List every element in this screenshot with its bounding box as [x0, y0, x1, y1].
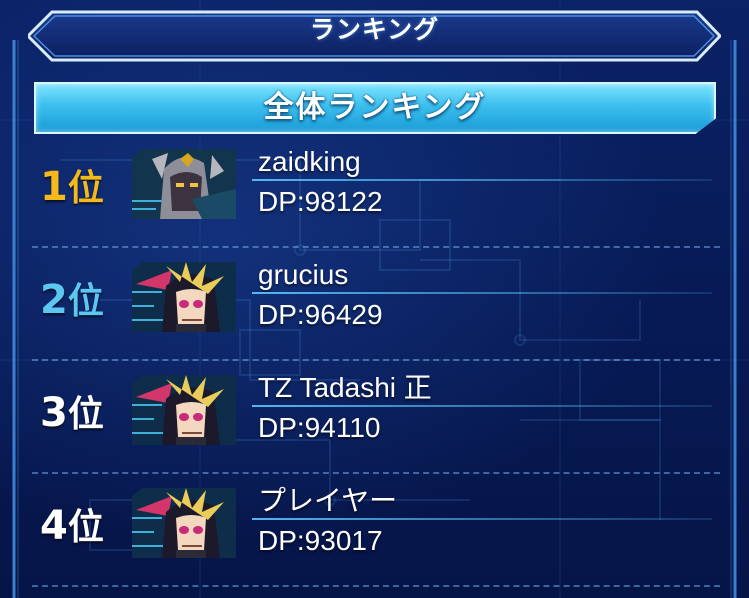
dark-character-portrait-icon	[132, 149, 236, 219]
player-dp: DP:96429	[258, 299, 383, 330]
ranking-row[interactable]: 4位 プレイヤー DP:93017	[32, 474, 720, 587]
ranking-category-title: 全体ランキング	[263, 90, 487, 125]
player-name: TZ Tadashi 正	[258, 372, 432, 403]
rank-suffix: 位	[67, 507, 104, 548]
name-underline	[252, 179, 712, 181]
rank-label: 2位	[40, 270, 130, 330]
ranking-row[interactable]: 2位 grucius DP:96429	[32, 248, 720, 361]
player-name: zaidking	[258, 146, 361, 177]
name-underline	[252, 518, 712, 520]
player-avatar	[132, 262, 236, 332]
player-avatar	[132, 375, 236, 445]
name-underline	[252, 292, 712, 294]
rank-label: 3位	[40, 383, 130, 443]
rank-suffix: 位	[67, 168, 104, 209]
ranking-row[interactable]: 1位 zaidking DP:98122	[32, 135, 720, 248]
player-dp: DP:94110	[258, 412, 381, 443]
player-dp: DP:93017	[258, 525, 383, 556]
rank-suffix: 位	[67, 394, 104, 435]
player-avatar	[132, 488, 236, 558]
player-avatar	[132, 149, 236, 219]
player-name: grucius	[258, 259, 349, 290]
rank-number: 3	[40, 390, 68, 436]
rank-number: 2	[40, 277, 68, 323]
rank-suffix: 位	[67, 281, 104, 322]
page-title: ランキング	[309, 15, 440, 44]
yugi-portrait-icon	[132, 262, 236, 332]
player-dp: DP:98122	[258, 186, 383, 217]
row-divider	[32, 585, 720, 587]
player-name: プレイヤー	[258, 485, 398, 516]
ranking-row[interactable]: 3位 TZ Tadashi 正 DP:94110	[32, 361, 720, 474]
rank-number: 4	[40, 503, 68, 549]
rank-number: 1	[40, 164, 68, 210]
yugi-portrait-icon	[132, 375, 236, 445]
yugi-portrait-icon	[132, 488, 236, 558]
rank-label: 4位	[40, 496, 130, 556]
rank-label: 1位	[40, 157, 130, 217]
name-underline	[252, 405, 712, 407]
